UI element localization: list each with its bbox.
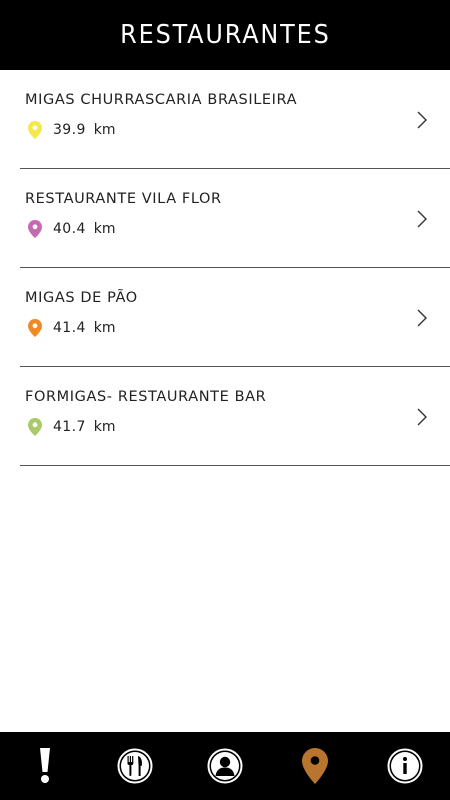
- list-item[interactable]: FORMIGAS- RESTAURANTE BAR 41.7 km: [20, 367, 450, 466]
- restaurant-name: RESTAURANTE VILA FLOR: [25, 191, 222, 207]
- distance-unit: km: [93, 221, 116, 237]
- tab-profile[interactable]: [180, 732, 270, 800]
- chevron-right-icon: [417, 210, 427, 228]
- chevron-right-icon: [417, 408, 427, 426]
- distance-unit: km: [93, 122, 116, 138]
- distance-row: 39.9 km: [28, 120, 116, 140]
- list-item[interactable]: RESTAURANTE VILA FLOR 40.4 km: [20, 169, 450, 268]
- info-icon: [387, 748, 423, 784]
- location-pin-icon: [28, 121, 42, 139]
- list-item[interactable]: MIGAS CHURRASCARIA BRASILEIRA 39.9 km: [20, 70, 450, 169]
- fork-knife-icon: [117, 748, 153, 784]
- person-icon: [207, 748, 243, 784]
- distance-row: 41.7 km: [28, 417, 116, 437]
- bottom-tab-bar: [0, 732, 450, 800]
- exclamation-icon: [40, 748, 50, 783]
- location-pin-icon: [28, 220, 42, 238]
- distance-value: 41.7: [53, 419, 86, 435]
- restaurant-list: MIGAS CHURRASCARIA BRASILEIRA 39.9 km RE…: [0, 70, 450, 466]
- distance-unit: km: [93, 419, 116, 435]
- distance-unit: km: [93, 320, 116, 336]
- restaurant-name: MIGAS CHURRASCARIA BRASILEIRA: [25, 92, 298, 108]
- restaurant-name: MIGAS DE PÃO: [25, 290, 138, 306]
- location-pin-icon: [28, 319, 42, 337]
- chevron-right-icon: [417, 111, 427, 129]
- tab-map[interactable]: [270, 732, 360, 800]
- tab-info[interactable]: [360, 732, 450, 800]
- page-title: RESTAURANTES: [119, 20, 331, 50]
- location-pin-icon: [28, 418, 42, 436]
- app: RESTAURANTES MIGAS CHURRASCARIA BRASILEI…: [0, 0, 450, 800]
- tab-restaurants[interactable]: [90, 732, 180, 800]
- distance-row: 40.4 km: [28, 219, 116, 239]
- distance-value: 39.9: [53, 122, 86, 138]
- location-pin-icon: [302, 748, 328, 784]
- distance-value: 40.4: [53, 221, 86, 237]
- distance-row: 41.4 km: [28, 318, 116, 338]
- header-bar: RESTAURANTES: [0, 0, 450, 70]
- distance-value: 41.4: [53, 320, 86, 336]
- chevron-right-icon: [417, 309, 427, 327]
- list-item[interactable]: MIGAS DE PÃO 41.4 km: [20, 268, 450, 367]
- restaurant-name: FORMIGAS- RESTAURANTE BAR: [25, 389, 267, 405]
- tab-alerts[interactable]: [0, 732, 90, 800]
